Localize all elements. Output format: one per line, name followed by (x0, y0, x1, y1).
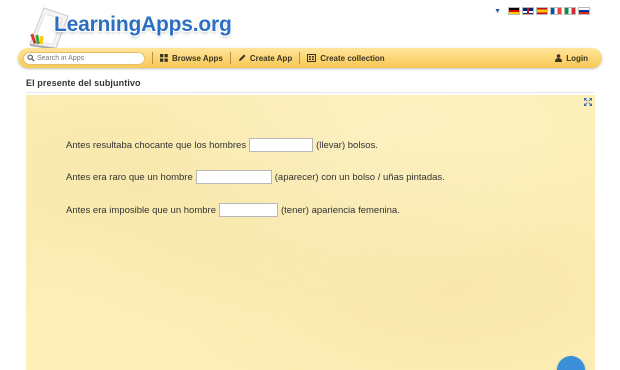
page-title: El presente del subjuntivo (26, 78, 141, 88)
flag-it-icon[interactable] (564, 7, 576, 15)
login-button[interactable]: Login (555, 54, 588, 63)
sentence-1: Antes resultaba chocante que los hombres… (66, 138, 378, 152)
sentence-text-before: Antes era imposible que un hombre (66, 204, 216, 216)
pencil-icon (238, 54, 246, 61)
flag-en-icon[interactable] (522, 7, 534, 15)
nav-divider (152, 52, 153, 64)
title-divider (26, 92, 594, 93)
page: LearningApps.org ▼ Browse Apps (0, 0, 620, 370)
logo-text: LearningApps.org (54, 13, 232, 36)
user-icon (555, 54, 563, 62)
language-dropdown-icon[interactable]: ▼ (494, 8, 501, 15)
gap-input-2[interactable] (195, 170, 272, 184)
sentence-text-after: (tener) apariencia femenina. (280, 204, 400, 216)
gap-input-3[interactable] (218, 203, 278, 217)
sentence-text-after: (aparecer) con un bolso / uñas pintadas. (274, 171, 445, 183)
nav-divider (229, 52, 231, 64)
flag-ru-icon[interactable] (578, 7, 590, 15)
sentence-3: Antes era imposible que un hombre (tener… (66, 203, 400, 217)
sentence-2: Antes era raro que un hombre (aparecer) … (66, 170, 445, 184)
nav-divider (299, 52, 301, 64)
flag-es-icon[interactable] (536, 7, 548, 15)
flag-de-icon[interactable] (508, 7, 520, 15)
search-icon (27, 54, 35, 62)
search-box[interactable] (23, 51, 145, 65)
sentence-text-after: (llevar) bolsos. (316, 139, 378, 151)
flag-fr-icon[interactable] (550, 7, 562, 15)
grid-icon (160, 54, 168, 62)
login-label: Login (566, 53, 588, 63)
main-nav: Browse Apps Create App Create collection… (18, 48, 602, 68)
create-app-label: Create App (249, 53, 293, 63)
sentence-text-before: Antes era raro que un hombre (66, 171, 193, 183)
sentence-text-before: Antes resultaba chocante que los hombres (66, 139, 247, 151)
logo[interactable]: LearningApps.org (20, 2, 240, 50)
check-answers-button[interactable] (557, 356, 585, 370)
collection-icon (307, 54, 317, 62)
create-collection-button[interactable]: Create collection (307, 53, 385, 63)
exercise-area: Antes resultaba chocante que los hombres… (26, 95, 595, 370)
language-selector[interactable]: ▼ (494, 7, 590, 15)
gap-input-1[interactable] (249, 138, 314, 152)
browse-apps-button[interactable]: Browse Apps (160, 54, 223, 63)
create-app-button[interactable]: Create App (238, 54, 292, 63)
browse-apps-label: Browse Apps (172, 53, 223, 63)
fullscreen-icon[interactable] (584, 98, 592, 106)
create-collection-label: Create collection (320, 53, 385, 63)
search-input[interactable] (37, 52, 137, 64)
